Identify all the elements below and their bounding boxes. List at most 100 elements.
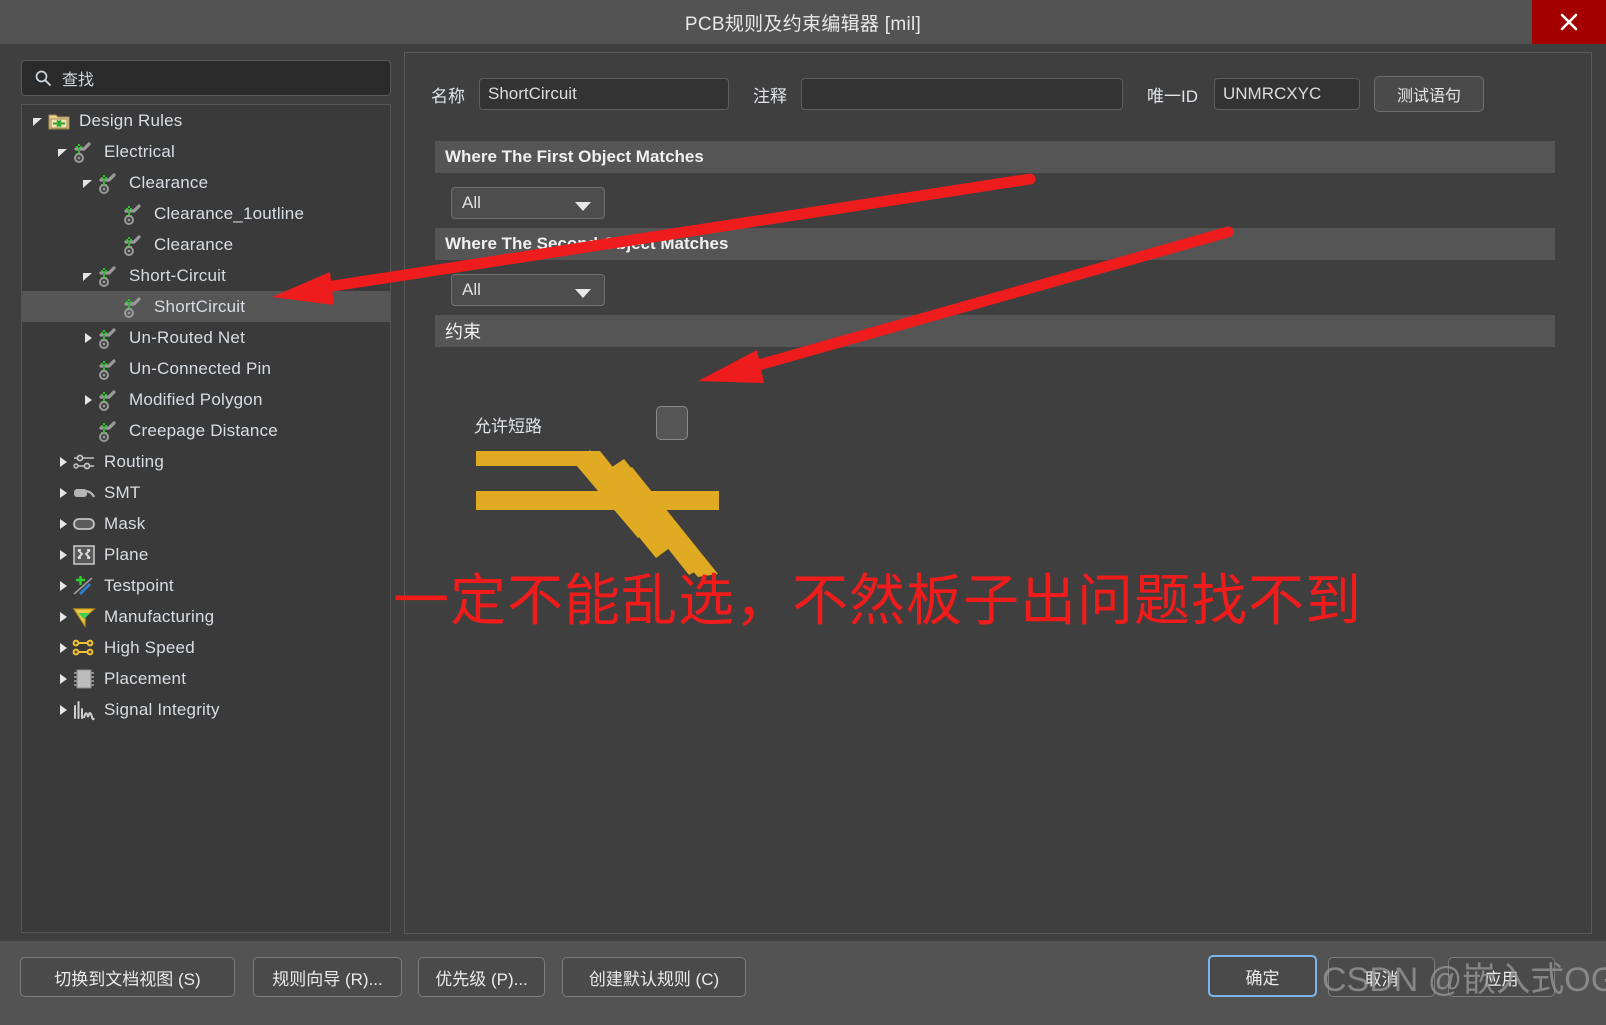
tree-item-label: High Speed	[104, 637, 195, 657]
tree-item-short-circuit[interactable]: Short-Circuit	[22, 260, 390, 291]
window-title: PCB规则及约束编辑器 [mil]	[684, 13, 922, 35]
tree-item-label: Short-Circuit	[129, 265, 227, 285]
tree-item-clearance[interactable]: Clearance	[22, 167, 390, 198]
tree-item-smt[interactable]: SMT	[22, 477, 390, 508]
rule-electrical-icon	[96, 322, 122, 353]
chevron-right-icon[interactable]	[55, 477, 71, 508]
chevron-right-icon[interactable]	[80, 322, 96, 353]
routing-icon	[71, 446, 97, 477]
tree-node-list: Design Rules Electrical Clearance Clearance…	[22, 105, 390, 932]
chevron-right-icon[interactable]	[55, 508, 71, 539]
first-object-header-text: Where The First Object Matches	[445, 147, 704, 166]
tree-item-label: Clearance_1outline	[154, 203, 305, 223]
second-object-header-text: Where The Second Object Matches	[445, 234, 729, 253]
tree-item-label: Creepage Distance	[129, 420, 278, 440]
name-field[interactable]: ShortCircuit	[479, 78, 729, 110]
rules-tree[interactable]: Design Rules Electrical Clearance Clearance…	[21, 104, 391, 933]
folder-rules-icon	[46, 105, 72, 136]
tree-item-label: SMT	[104, 482, 141, 502]
switch-to-document-view-button[interactable]: 切换到文档视图 (S)	[20, 957, 235, 997]
rule-electrical-icon	[96, 260, 122, 291]
tree-item-label: Un-Connected Pin	[129, 358, 272, 378]
annotation-text: 一定不能乱选，不然板子出问题找不到	[393, 569, 1362, 634]
tree-item-testpoint[interactable]: Testpoint	[22, 570, 390, 601]
chevron-right-icon[interactable]	[55, 632, 71, 663]
unique-id-field[interactable]: UNMRCXYC	[1214, 78, 1360, 110]
chevron-down-icon	[574, 286, 592, 304]
tree-item-label: Testpoint	[104, 575, 174, 595]
second-object-scope-value: All	[462, 280, 481, 299]
tree-item-label: Clearance	[129, 172, 209, 192]
tree-item-label: Placement	[104, 668, 187, 688]
rule-electrical-icon	[96, 415, 122, 446]
mask-icon	[71, 508, 97, 539]
tree-item-un-connected-pin[interactable]: Un-Connected Pin	[22, 353, 390, 384]
twisty-placeholder	[105, 291, 121, 322]
rule-wizard-button[interactable]: 规则向导 (R)...	[253, 957, 402, 997]
tree-item-clearance-1outline[interactable]: Clearance_1outline	[22, 198, 390, 229]
first-object-section-header: Where The First Object Matches	[435, 141, 1555, 173]
chevron-right-icon[interactable]	[55, 663, 71, 694]
placement-icon	[71, 663, 97, 694]
second-object-section-header: Where The Second Object Matches	[435, 228, 1555, 260]
chevron-down-icon[interactable]	[80, 260, 96, 291]
tree-item-manufacturing[interactable]: Manufacturing	[22, 601, 390, 632]
tree-item-mask[interactable]: Mask	[22, 508, 390, 539]
tree-item-clearance[interactable]: Clearance	[22, 229, 390, 260]
ok-button[interactable]: 确定	[1208, 955, 1317, 997]
rule-electrical-icon	[96, 167, 122, 198]
tree-item-modified-polygon[interactable]: Modified Polygon	[22, 384, 390, 415]
cancel-button[interactable]: 取消	[1328, 957, 1435, 997]
comment-field[interactable]	[801, 78, 1123, 110]
second-object-scope-select[interactable]: All	[451, 274, 605, 306]
rule-electrical-icon	[71, 136, 97, 167]
chevron-right-icon[interactable]	[55, 446, 71, 477]
highspeed-icon	[71, 632, 97, 663]
rule-identity-row: 名称 ShortCircuit 注释 唯一ID UNMRCXYC 测试语句	[405, 69, 1591, 119]
close-button[interactable]	[1532, 0, 1606, 44]
chevron-down-icon[interactable]	[80, 167, 96, 198]
tree-item-creepage-distance[interactable]: Creepage Distance	[22, 415, 390, 446]
chevron-right-icon[interactable]	[55, 694, 71, 725]
chevron-right-icon[interactable]	[55, 539, 71, 570]
close-icon	[1558, 11, 1580, 33]
chevron-down-icon	[574, 199, 592, 217]
search-input[interactable]: 查找	[21, 60, 391, 96]
rule-electrical-icon	[96, 384, 122, 415]
name-label: 名称	[431, 86, 465, 106]
tree-item-label: Mask	[104, 513, 146, 533]
chevron-right-icon[interactable]	[80, 384, 96, 415]
chevron-right-icon[interactable]	[55, 570, 71, 601]
tree-item-label: Un-Routed Net	[129, 327, 245, 347]
manufacturing-icon	[71, 601, 97, 632]
tree-item-label: Routing	[104, 451, 164, 471]
chevron-down-icon[interactable]	[30, 105, 46, 136]
tree-item-high-speed[interactable]: High Speed	[22, 632, 390, 663]
tree-item-routing[interactable]: Routing	[22, 446, 390, 477]
tree-item-label: Signal Integrity	[104, 699, 220, 719]
tree-item-plane[interactable]: Plane	[22, 539, 390, 570]
twisty-placeholder	[105, 198, 121, 229]
tree-item-placement[interactable]: Placement	[22, 663, 390, 694]
signal-integrity-icon	[71, 694, 97, 725]
smt-icon	[71, 477, 97, 508]
tree-item-label: Modified Polygon	[129, 389, 263, 409]
apply-button[interactable]: 应用	[1448, 957, 1555, 997]
dialog-body: 查找 Design Rules Electrical Clearance Cleara…	[0, 44, 1606, 941]
chevron-down-icon[interactable]	[55, 136, 71, 167]
rule-electrical-icon	[121, 291, 147, 322]
tree-item-label: Manufacturing	[104, 606, 215, 626]
priorities-button[interactable]: 优先级 (P)...	[418, 957, 545, 997]
tree-item-shortcircuit[interactable]: ShortCircuit	[22, 291, 390, 322]
first-object-scope-select[interactable]: All	[451, 187, 605, 219]
tree-item-label: Electrical	[104, 141, 175, 161]
rule-electrical-icon	[121, 198, 147, 229]
tree-item-electrical[interactable]: Electrical	[22, 136, 390, 167]
create-default-rules-button[interactable]: 创建默认规则 (C)	[562, 957, 746, 997]
tree-item-un-routed-net[interactable]: Un-Routed Net	[22, 322, 390, 353]
twisty-placeholder	[80, 415, 96, 446]
chevron-right-icon[interactable]	[55, 601, 71, 632]
tree-item-design-rules[interactable]: Design Rules	[22, 105, 390, 136]
tree-item-signal-integrity[interactable]: Signal Integrity	[22, 694, 390, 725]
test-query-button[interactable]: 测试语句	[1374, 76, 1484, 112]
